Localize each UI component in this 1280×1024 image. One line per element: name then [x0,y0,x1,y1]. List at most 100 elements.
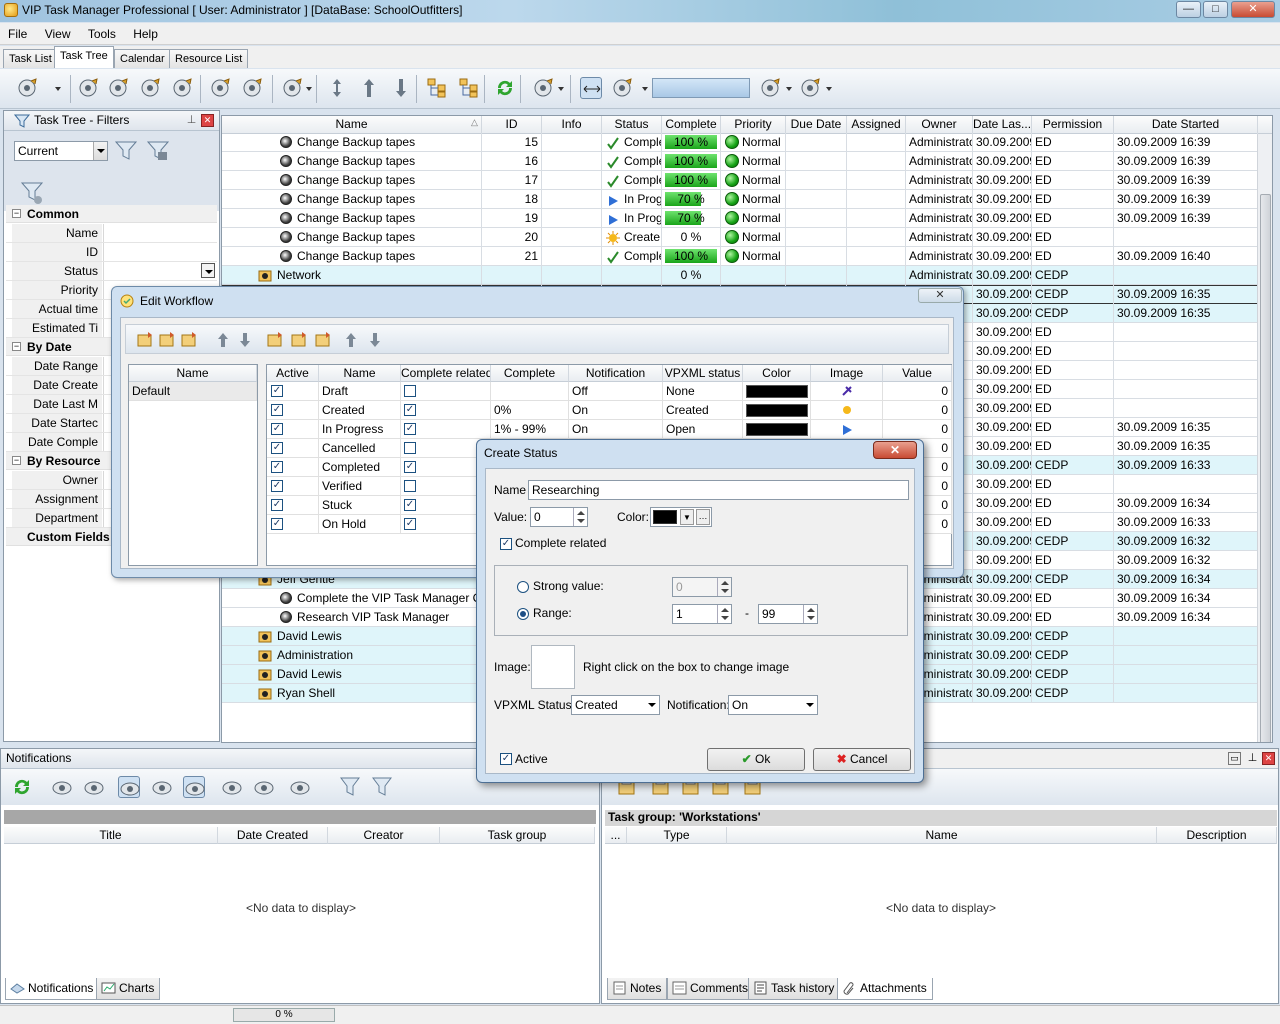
active-checkbox[interactable]: ✓ [271,480,283,492]
mark-all-icon[interactable] [151,776,173,798]
strong-value-field[interactable]: 0 [672,577,732,597]
column-header[interactable]: Owner [906,116,973,134]
column-header[interactable]: Name [222,116,482,134]
filter-field-value[interactable] [103,224,217,242]
attachment-column-header[interactable]: Description [1157,827,1277,844]
complete-related-checkbox[interactable]: ✓ [404,461,416,473]
minimize-button[interactable]: — [1176,1,1201,18]
table-row[interactable]: Network 0 % Administrato 30.09.2009 CEDP [222,266,1258,285]
complete-related-checkbox[interactable] [404,442,416,454]
column-header[interactable]: Due Date [786,116,847,134]
active-checkbox[interactable]: ✓ [271,442,283,454]
range-radio[interactable] [517,608,529,620]
copy-task-icon[interactable] [210,77,232,99]
attachment-column-header[interactable]: ... [605,827,627,844]
close-window-button[interactable]: ✕ [1231,1,1275,18]
clear-filter-icon[interactable] [371,776,393,798]
tab-notes[interactable]: Notes [607,978,668,1000]
move-up-icon[interactable] [358,77,380,99]
active-checkbox[interactable]: ✓ [271,461,283,473]
dropdown-arrow-icon[interactable] [558,87,564,91]
color-swatch[interactable] [746,404,808,417]
menu-tools[interactable]: Tools [80,23,122,41]
complete-related-checkbox[interactable]: ✓ [404,423,416,435]
color-picker[interactable]: ▼ … [650,507,712,527]
dropdown-arrow-icon[interactable] [786,87,792,91]
close-dialog-button[interactable]: ✕ [873,441,917,459]
edit-task-icon[interactable] [78,77,100,99]
collapse-tree-icon[interactable] [458,77,480,99]
arrow-up-icon[interactable] [342,331,360,349]
complete-related-checkbox[interactable]: ✓ [404,404,416,416]
mark-read-icon[interactable] [118,776,140,798]
workflow-column-header[interactable]: VPXML status [663,365,743,382]
filter-task-icon[interactable] [172,77,194,99]
export-icon[interactable] [290,331,308,349]
panel-close-icon[interactable]: ✕ [201,114,214,127]
filter-field-value[interactable] [103,243,217,261]
complete-related-checkbox[interactable]: ✓ [500,538,512,550]
complete-related-checkbox[interactable] [404,480,416,492]
export-icon[interactable] [533,77,555,99]
active-checkbox[interactable]: ✓ [271,499,283,511]
column-header[interactable]: Complete [662,116,721,134]
collapse-icon[interactable]: − [12,342,21,351]
tab-attachments[interactable]: Attachments [837,978,933,1000]
search-box[interactable] [652,78,750,98]
tab-charts[interactable]: Charts [96,978,161,1000]
menu-view[interactable]: View [37,23,77,41]
table-row[interactable]: Change Backup tapes 21 Comple 100 % Normal Ad… [222,247,1258,266]
collapse-icon[interactable]: − [12,209,21,218]
column-header[interactable]: Permission [1032,116,1114,134]
active-checkbox[interactable]: ✓ [271,404,283,416]
column-header[interactable]: Assigned [847,116,906,134]
column-header[interactable]: ID [482,116,542,134]
more-colors-button[interactable]: … [696,509,710,525]
table-row[interactable]: Change Backup tapes 17 Comple 100 % Normal Ad… [222,171,1258,190]
image-box[interactable] [531,645,575,689]
show-icon[interactable] [83,776,105,798]
active-checkbox[interactable]: ✓ [271,423,283,435]
add-status-icon[interactable] [136,331,154,349]
table-row[interactable]: Change Backup tapes 16 Comple 100 % Normal Ad… [222,152,1258,171]
column-header[interactable]: Status [602,116,662,134]
column-header[interactable]: Date Started [1114,116,1258,134]
filter-field-row[interactable]: Status [6,262,217,281]
apply-filter-icon[interactable] [114,140,138,162]
cancel-button[interactable]: ✖ Cancel [813,748,911,771]
pin-icon[interactable]: ⊥ [1246,752,1259,765]
edit-filter-icon[interactable] [146,140,170,162]
tab-notifications[interactable]: Notifications [5,978,100,1000]
paste-task-icon[interactable] [242,77,264,99]
notification-settings-icon[interactable] [183,776,205,798]
task-properties-icon[interactable] [108,77,130,99]
notification-column-header[interactable]: Title [4,827,218,844]
name-field[interactable]: Researching [528,480,909,500]
complete-related-checkbox[interactable]: ✓ [404,499,416,511]
filter-field-row[interactable]: Name [6,224,217,243]
hide-icon[interactable] [51,776,73,798]
spinner-arrows-icon[interactable] [573,508,587,526]
chevron-down-icon[interactable] [201,263,215,278]
arrow-down-icon[interactable] [366,331,384,349]
close-dialog-button[interactable]: ✕ [918,288,962,303]
move-up-icon[interactable] [214,331,232,349]
tab-calendar[interactable]: Calendar [114,49,171,68]
table-row[interactable]: Change Backup tapes 20 Create 0 % Normal Admi… [222,228,1258,247]
maximize-button[interactable]: □ [1203,1,1228,18]
ok-button[interactable]: ✔ Ok [707,748,805,771]
columns-icon[interactable] [282,77,304,99]
workflow-row[interactable]: ✓ Draft Off None 0 [267,382,952,401]
send-icon[interactable] [221,776,243,798]
workflow-row[interactable]: ✓ In Progress ✓ 1% - 99% On Open 0 [267,420,952,439]
complete-related-checkbox[interactable] [404,385,416,397]
tab-comments[interactable]: Comments [667,978,755,1000]
table-row[interactable]: Change Backup tapes 15 Comple 100 % Normal Ad… [222,133,1258,152]
table-row[interactable]: Change Backup tapes 19 In Prog 70 % Normal Ad… [222,209,1258,228]
workflow-column-header[interactable]: Color [743,365,811,382]
workflow-column-header[interactable]: Complete related [401,365,491,382]
vpxml-status-select[interactable]: Created [571,695,660,715]
active-checkbox[interactable]: ✓ [271,385,283,397]
spinner-arrows-icon[interactable] [717,578,731,596]
color-swatch[interactable] [746,423,808,436]
